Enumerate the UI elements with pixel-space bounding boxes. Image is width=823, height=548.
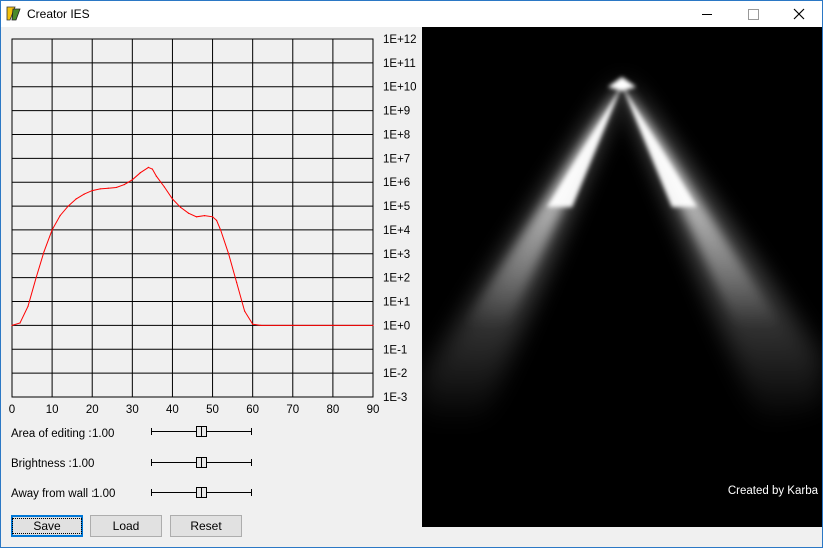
minimize-icon bbox=[702, 13, 712, 15]
curve-point[interactable] bbox=[236, 281, 238, 284]
close-button[interactable] bbox=[776, 1, 822, 27]
curve-point[interactable] bbox=[83, 193, 85, 195]
curve-point[interactable] bbox=[19, 322, 21, 324]
curve-point[interactable] bbox=[147, 166, 149, 169]
y-tick-label: 1E+2 bbox=[383, 273, 410, 285]
y-tick-label: 1E+6 bbox=[383, 177, 410, 189]
curve-point[interactable] bbox=[67, 205, 69, 207]
y-tick-label: 1E+8 bbox=[383, 129, 410, 141]
y-tick-label: 1E+12 bbox=[383, 34, 417, 46]
y-tick-label: 1E+4 bbox=[383, 225, 411, 237]
curve-point[interactable] bbox=[35, 277, 37, 279]
away-from-wall-value: 1.00 bbox=[93, 488, 116, 500]
y-tick-label: 1E+10 bbox=[383, 82, 417, 94]
curve-point[interactable] bbox=[244, 310, 246, 312]
curve-point[interactable] bbox=[99, 188, 101, 190]
x-tick-label: 30 bbox=[126, 404, 139, 416]
curve-point[interactable] bbox=[51, 229, 53, 231]
close-icon bbox=[793, 8, 805, 20]
reset-button[interactable]: Reset bbox=[170, 515, 242, 537]
curve-point[interactable] bbox=[59, 215, 61, 217]
save-button[interactable]: Save bbox=[11, 515, 83, 537]
light-cone-image bbox=[422, 77, 822, 427]
curve-point[interactable] bbox=[215, 219, 218, 221]
curve-point[interactable] bbox=[292, 324, 294, 326]
x-tick-label: 0 bbox=[9, 404, 15, 416]
curve-point[interactable] bbox=[163, 186, 166, 188]
y-tick-label: 1E-1 bbox=[383, 344, 407, 356]
plot-area[interactable] bbox=[12, 39, 373, 397]
curve-point[interactable] bbox=[187, 212, 190, 214]
away-from-wall-slider[interactable] bbox=[151, 486, 252, 500]
credit-text: Created by Karba bbox=[727, 485, 818, 497]
curve-point[interactable] bbox=[203, 215, 206, 217]
curve-point[interactable] bbox=[75, 198, 77, 200]
maximize-button[interactable] bbox=[730, 1, 776, 27]
curve-point[interactable] bbox=[219, 229, 222, 231]
brightness-value: 1.00 bbox=[72, 458, 95, 470]
title-bar[interactable]: Creator IES bbox=[1, 1, 822, 27]
window-title: Creator IES bbox=[27, 7, 90, 21]
area-of-editing-slider[interactable] bbox=[151, 425, 252, 439]
x-tick-label: 40 bbox=[166, 404, 179, 416]
app-icon bbox=[6, 6, 21, 21]
x-tick-label: 20 bbox=[86, 404, 99, 416]
curve-point[interactable] bbox=[179, 206, 182, 208]
curve-point[interactable] bbox=[211, 216, 214, 218]
curve-point[interactable] bbox=[115, 186, 117, 189]
y-tick-label: 1E-3 bbox=[383, 392, 407, 404]
curve-point[interactable] bbox=[91, 189, 93, 192]
y-tick-label: 1E-2 bbox=[383, 368, 407, 380]
y-tick-label: 1E+9 bbox=[383, 106, 410, 118]
curve-point[interactable] bbox=[252, 323, 254, 325]
curve-point[interactable] bbox=[131, 179, 133, 181]
area-of-editing-label: Area of editing : bbox=[11, 428, 92, 440]
curve-point[interactable] bbox=[43, 250, 45, 253]
slider-thumb[interactable] bbox=[196, 426, 207, 437]
light-preview-canvas: Created by Karba bbox=[422, 27, 822, 527]
curve-point[interactable] bbox=[260, 324, 262, 326]
brightness-slider[interactable] bbox=[151, 456, 252, 470]
y-tick-label: 1E+7 bbox=[383, 153, 410, 165]
curve-point[interactable] bbox=[155, 175, 157, 177]
slider-thumb[interactable] bbox=[196, 457, 207, 468]
x-tick-label: 90 bbox=[367, 404, 380, 416]
app-window: Creator IES 0 10 20 30 40 50 60 70 80 90 1E+12 1E+1… bbox=[0, 0, 823, 548]
y-tick-label: 1E+11 bbox=[383, 58, 416, 70]
curve-point[interactable] bbox=[332, 324, 334, 326]
curve-point[interactable] bbox=[171, 198, 174, 200]
curve-point[interactable] bbox=[27, 305, 29, 307]
intensity-curve-chart[interactable]: 0 10 20 30 40 50 60 70 80 90 1E+12 1E+11 1E+10 1E+9 1E… bbox=[1, 27, 421, 419]
curve-point[interactable] bbox=[139, 172, 141, 174]
slider-thumb[interactable] bbox=[196, 487, 207, 498]
x-tick-label: 70 bbox=[286, 404, 299, 416]
curve-point[interactable] bbox=[195, 216, 198, 218]
away-from-wall-label: Away from wall : bbox=[11, 488, 95, 500]
x-tick-label: 50 bbox=[206, 404, 219, 416]
curve-point[interactable] bbox=[107, 187, 109, 189]
x-tick-label: 10 bbox=[46, 404, 59, 416]
curve-point[interactable] bbox=[372, 324, 374, 326]
curve-point[interactable] bbox=[151, 168, 153, 170]
curve-point[interactable] bbox=[228, 253, 230, 255]
minimize-button[interactable] bbox=[684, 1, 730, 27]
curve-point[interactable] bbox=[123, 183, 125, 186]
y-tick-label: 1E+3 bbox=[383, 249, 410, 261]
y-tick-label: 1E+5 bbox=[383, 201, 410, 213]
curve-point[interactable] bbox=[11, 324, 13, 326]
maximize-icon bbox=[747, 8, 759, 20]
load-button[interactable]: Load bbox=[90, 515, 162, 537]
x-tick-label: 60 bbox=[246, 404, 259, 416]
area-of-editing-value: 1.00 bbox=[92, 428, 115, 440]
y-tick-label: 1E+0 bbox=[383, 320, 410, 332]
y-tick-label: 1E+1 bbox=[383, 297, 410, 309]
brightness-label: Brightness : bbox=[11, 458, 72, 470]
x-tick-label: 80 bbox=[326, 404, 339, 416]
